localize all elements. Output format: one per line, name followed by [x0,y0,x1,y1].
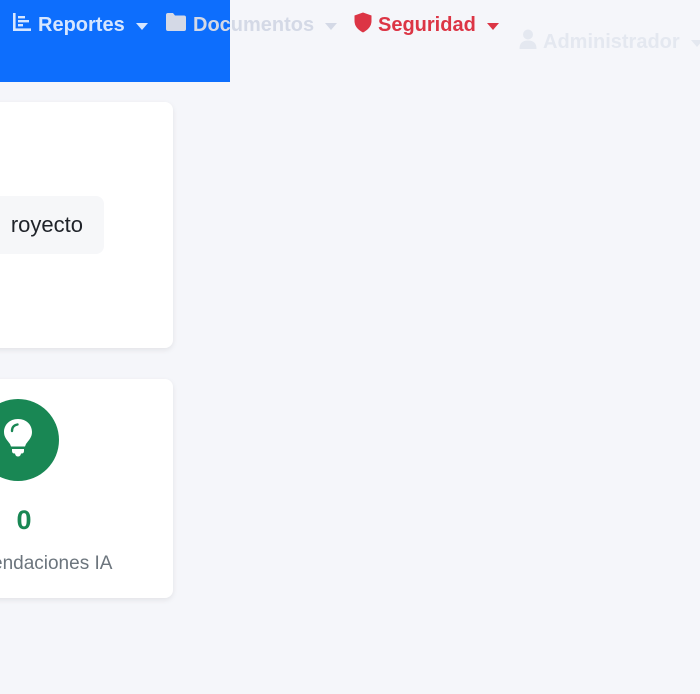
chevron-down-icon [486,23,499,30]
project-button[interactable]: royecto [0,196,104,254]
chart-line-icon [12,12,32,38]
recommendations-caption: endaciones IA [0,553,113,574]
chevron-down-icon [135,22,148,30]
shield-icon [354,12,372,39]
folder-icon [165,12,187,38]
top-navbar: Reportes Documentos Seguridad Administra… [0,0,700,82]
chevron-down-icon [690,39,700,47]
project-button-label: royecto [10,212,83,237]
nav-documentos[interactable]: Documentos [165,12,338,38]
nav-seguridad-label: Seguridad [378,14,476,36]
nav-admin[interactable]: Administrador [519,29,700,55]
lightbulb-icon [3,418,33,463]
nav-documentos-label: Documentos [193,13,315,36]
nav-reportes-label: Reportes [38,13,125,36]
user-icon [519,29,537,55]
recommendations-count: 0 [16,505,32,535]
chevron-down-icon [325,22,338,30]
nav-admin-label: Administrador [543,30,680,53]
nav-reportes[interactable]: Reportes [12,12,148,38]
nav-seguridad[interactable]: Seguridad [354,12,499,39]
